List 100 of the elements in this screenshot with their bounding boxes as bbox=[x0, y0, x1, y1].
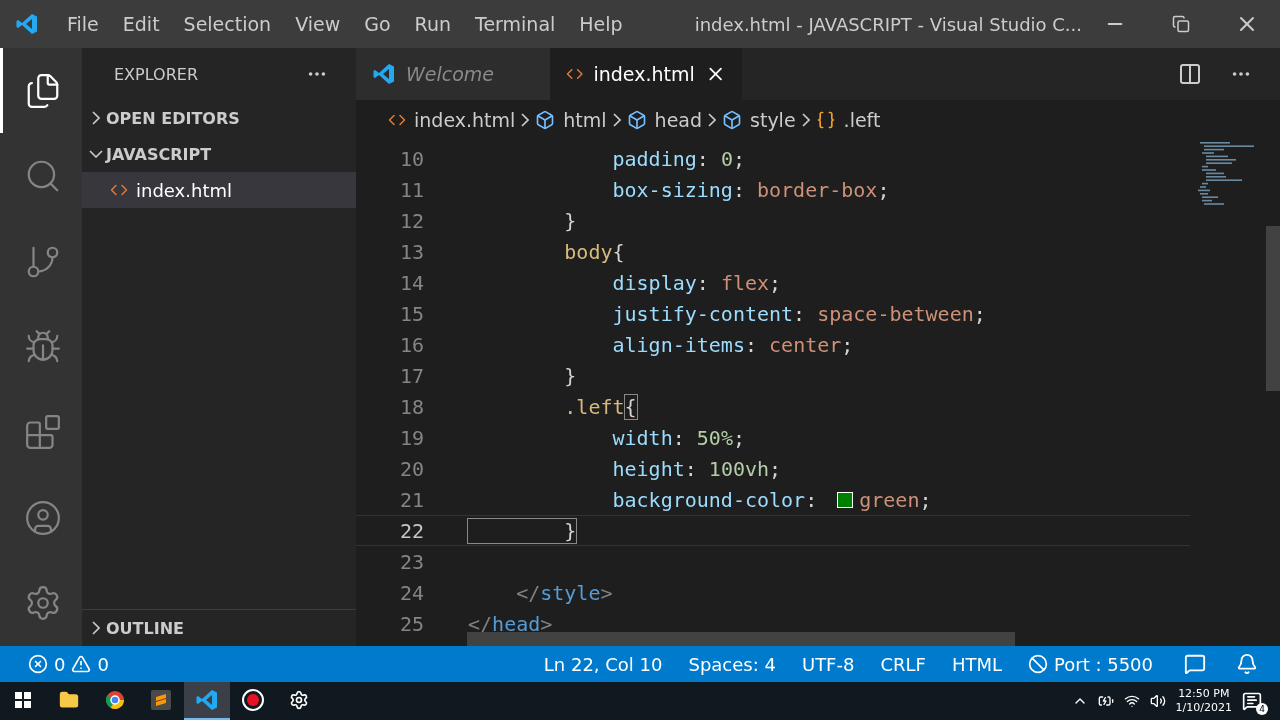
line-number: 12 bbox=[398, 208, 424, 233]
code-token: ; bbox=[877, 177, 890, 202]
code-token: ; bbox=[732, 146, 745, 171]
code-token: border-box bbox=[757, 177, 878, 202]
breadcrumb-item[interactable]: .left bbox=[815, 109, 881, 131]
section-header[interactable]: OPEN EDITORS bbox=[82, 100, 356, 136]
line-number: 13 bbox=[398, 239, 424, 264]
code-token: 0 bbox=[720, 146, 733, 171]
bell-icon[interactable] bbox=[1236, 653, 1258, 675]
wifi-icon[interactable] bbox=[1123, 693, 1140, 709]
feedback-icon[interactable] bbox=[1184, 653, 1206, 675]
file-name: index.html bbox=[136, 179, 232, 201]
menu-item[interactable]: Go bbox=[352, 13, 403, 35]
menu-item[interactable]: Terminal bbox=[463, 13, 568, 35]
battery-icon[interactable] bbox=[1097, 693, 1114, 709]
section-label: OUTLINE bbox=[106, 618, 184, 638]
editor-tab[interactable]: index.html bbox=[550, 48, 742, 100]
breadcrumb-item[interactable]: head bbox=[626, 109, 703, 131]
record-icon bbox=[242, 689, 264, 711]
line-number: 14 bbox=[398, 270, 424, 295]
code-token: .left bbox=[563, 394, 625, 419]
section-label: JAVASCRIPT bbox=[106, 144, 212, 164]
code-token: { bbox=[612, 239, 625, 264]
editor-tab[interactable]: Welcome bbox=[356, 48, 550, 100]
port-status[interactable]: Port : 5500 bbox=[1015, 653, 1166, 675]
code-token: > bbox=[540, 611, 553, 636]
code-token: } bbox=[563, 208, 577, 233]
chevron-right-icon bbox=[612, 113, 621, 127]
line-number: 16 bbox=[398, 332, 424, 357]
gear-icon bbox=[289, 690, 309, 710]
breadcrumb-item[interactable]: index.html bbox=[388, 109, 516, 131]
code-token: flex bbox=[720, 270, 770, 295]
code-token: space-between bbox=[817, 301, 974, 326]
section-label: OPEN EDITORS bbox=[106, 108, 240, 128]
code-token: height bbox=[611, 456, 685, 481]
code-token: : bbox=[805, 487, 819, 512]
line-number: 18 bbox=[398, 394, 424, 419]
code-token: } bbox=[468, 518, 577, 543]
color-swatch[interactable] bbox=[837, 491, 854, 508]
menu-item[interactable]: Help bbox=[567, 13, 635, 35]
code-token: : bbox=[744, 332, 758, 357]
clock-date: 1/10/2021 bbox=[1175, 701, 1232, 715]
code-token: green bbox=[859, 487, 920, 512]
menu-item[interactable]: View bbox=[283, 13, 353, 35]
tab-label: index.html bbox=[593, 63, 695, 85]
chevron-right-icon bbox=[801, 113, 810, 127]
line-number: 20 bbox=[398, 456, 424, 481]
scrollbar-thumb[interactable] bbox=[467, 632, 1015, 646]
code-token: padding bbox=[611, 146, 697, 171]
restore-icon[interactable] bbox=[1172, 15, 1190, 33]
code-token: box-sizing bbox=[611, 177, 733, 202]
account-icon[interactable] bbox=[23, 498, 62, 537]
cube-icon bbox=[722, 110, 743, 130]
breadcrumb-label: html bbox=[563, 109, 607, 131]
status-item[interactable]: UTF-8 bbox=[788, 653, 868, 675]
editor-app-icon bbox=[151, 690, 171, 710]
breadcrumb-label: head bbox=[654, 109, 703, 131]
scrollbar-thumb[interactable] bbox=[1266, 226, 1280, 391]
code-token: ; bbox=[732, 425, 745, 450]
code-token: ; bbox=[769, 270, 782, 295]
code-token: : bbox=[793, 301, 807, 326]
no-entry-icon bbox=[1028, 654, 1048, 674]
chevron-down-icon bbox=[89, 150, 103, 158]
warning-count: 0 bbox=[97, 653, 109, 675]
volume-icon[interactable] bbox=[1149, 693, 1166, 709]
code-token: ; bbox=[919, 487, 932, 512]
status-item[interactable]: HTML bbox=[938, 653, 1015, 675]
blocks-icon[interactable] bbox=[23, 413, 62, 452]
windows-icon bbox=[15, 692, 31, 708]
line-number: 21 bbox=[398, 487, 424, 512]
status-item[interactable]: Spaces: 4 bbox=[675, 653, 789, 675]
breadcrumb-label: .left bbox=[843, 109, 881, 131]
line-number: 10 bbox=[398, 146, 424, 171]
split-editor-icon[interactable] bbox=[1178, 62, 1202, 86]
sidebar-title: EXPLORER bbox=[114, 64, 198, 84]
status-item[interactable]: Ln 22, Col 10 bbox=[530, 653, 676, 675]
code-token: </ bbox=[515, 580, 541, 605]
menu-item[interactable]: File bbox=[55, 13, 111, 35]
menu-item[interactable]: Edit bbox=[110, 13, 172, 35]
app-logo-icon bbox=[15, 12, 40, 36]
code-token: align-items bbox=[611, 332, 745, 357]
code-token: ; bbox=[973, 301, 986, 326]
section-header[interactable]: JAVASCRIPT bbox=[82, 136, 356, 172]
code-token: : bbox=[732, 177, 746, 202]
cube-icon bbox=[535, 110, 556, 130]
explorer-file-row[interactable]: index.html bbox=[82, 172, 356, 208]
menu-item[interactable]: Run bbox=[402, 13, 464, 35]
code-token: body bbox=[563, 239, 613, 264]
code-token: 50% bbox=[696, 425, 733, 450]
line-number: 23 bbox=[398, 549, 424, 574]
code-token: background-color bbox=[611, 487, 806, 512]
breadcrumb-item[interactable]: html bbox=[535, 109, 607, 131]
status-item[interactable]: CRLF bbox=[867, 653, 939, 675]
menu-item[interactable]: Selection bbox=[171, 13, 284, 35]
problems-status[interactable]: 0 0 bbox=[28, 653, 122, 675]
breadcrumb-label: style bbox=[750, 109, 796, 131]
warning-icon bbox=[71, 654, 92, 674]
breadcrumb-item[interactable]: style bbox=[722, 109, 796, 131]
chevron-right-icon bbox=[708, 113, 717, 127]
line-number: 25 bbox=[398, 611, 424, 636]
